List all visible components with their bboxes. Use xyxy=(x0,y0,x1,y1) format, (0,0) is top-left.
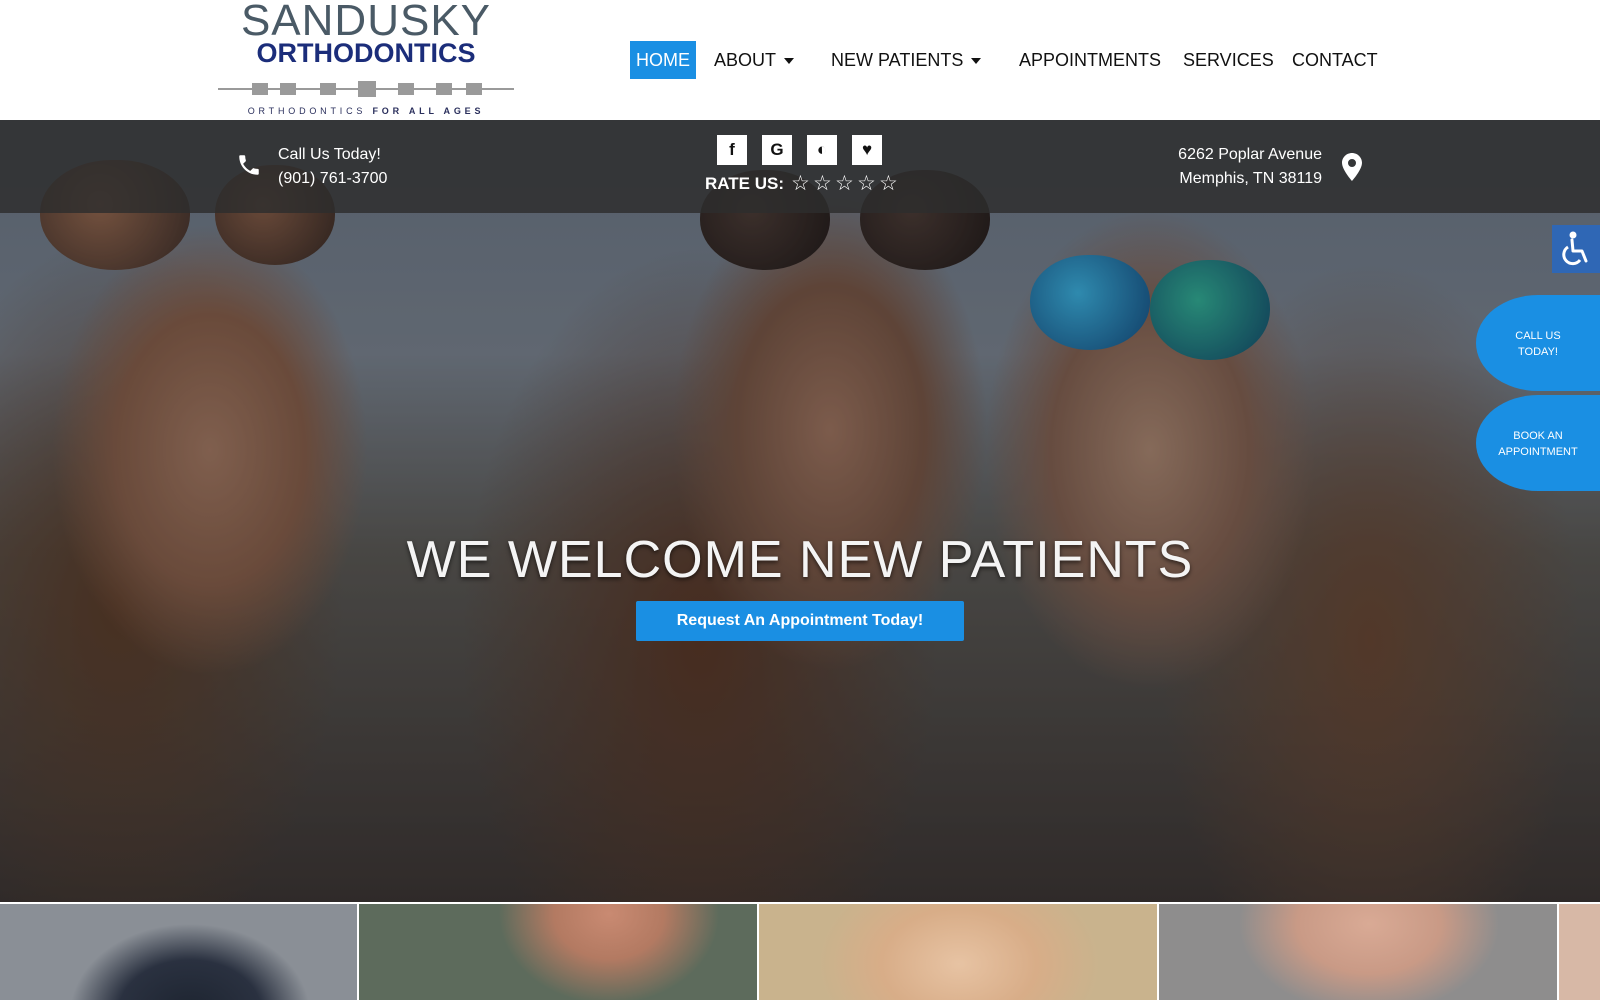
rate-us-label: RATE US: xyxy=(705,174,785,193)
thumbnail-image-4[interactable] xyxy=(1159,904,1557,1000)
thumbnail-strip xyxy=(0,902,1600,1000)
nav-contact[interactable]: CONTACT xyxy=(1292,41,1378,79)
nav-appointments[interactable]: APPOINTMENTS xyxy=(1019,41,1161,79)
logo-subtitle: ORTHODONTICS xyxy=(256,38,476,68)
book-appointment-button[interactable]: BOOK AN APPOINTMENT xyxy=(1476,395,1600,491)
star-rating-2[interactable]: ☆ xyxy=(813,172,832,196)
facebook-icon[interactable]: f xyxy=(717,135,747,165)
address-line-2[interactable]: Memphis, TN 38119 xyxy=(1179,168,1322,190)
hero-overlay xyxy=(0,120,1600,902)
logo[interactable]: SANDUSKY ORTHODONTICS ORTHODONTICS FOR A… xyxy=(218,0,514,120)
nav-about-label: ABOUT xyxy=(714,50,777,70)
star-rating-4[interactable]: ☆ xyxy=(857,172,876,196)
nav-home[interactable]: HOME xyxy=(630,41,696,79)
google-icon[interactable]: G xyxy=(762,135,792,165)
thumbnail-image-3[interactable] xyxy=(759,904,1157,1000)
nav-about[interactable]: ABOUT xyxy=(714,41,795,79)
hero-heading: WE WELCOME NEW PATIENTS xyxy=(406,531,1194,589)
thumbnail-image-5[interactable] xyxy=(1559,904,1600,1000)
info-bar: Call Us Today! (901) 761-3700 f G ◐ ♥ RA… xyxy=(0,120,1600,213)
nav-appointments-label: APPOINTMENTS xyxy=(1019,50,1162,70)
phone-number-link[interactable]: (901) 761-3700 xyxy=(278,168,387,190)
caret-down-icon xyxy=(971,58,982,65)
nav-contact-label: CONTACT xyxy=(1292,50,1378,70)
nav-services-label: SERVICES xyxy=(1183,50,1274,70)
nav-home-label: HOME xyxy=(636,50,690,70)
logo-tagline-part2: FOR ALL AGES xyxy=(372,106,485,116)
yelp-icon[interactable]: ◐ xyxy=(807,135,837,165)
phone-icon xyxy=(239,155,259,175)
call-us-line2: TODAY! xyxy=(1518,346,1558,358)
nav-services[interactable]: SERVICES xyxy=(1183,41,1274,79)
star-rating-1[interactable]: ☆ xyxy=(791,172,810,196)
accessibility-button[interactable] xyxy=(1552,225,1600,273)
book-line2: APPOINTMENT xyxy=(1498,446,1578,458)
address-line-1[interactable]: 6262 Poplar Avenue xyxy=(1178,144,1322,166)
hero-banner: Call Us Today! (901) 761-3700 f G ◐ ♥ RA… xyxy=(0,120,1600,902)
logo-tagline-part1: ORTHODONTICS xyxy=(247,106,373,116)
star-rating-5[interactable]: ☆ xyxy=(879,172,898,196)
call-us-label: Call Us Today! xyxy=(278,146,381,163)
thumbnail-image-2[interactable] xyxy=(359,904,757,1000)
thumbnail-image-1[interactable] xyxy=(0,904,357,1000)
logo-tagline: ORTHODONTICS FOR ALL AGES xyxy=(218,105,514,117)
healthgrades-icon[interactable]: ♥ xyxy=(852,135,882,165)
map-pin-icon[interactable] xyxy=(1342,153,1362,181)
star-rating-3[interactable]: ☆ xyxy=(835,172,854,196)
call-us-today-button[interactable]: CALL US TODAY! xyxy=(1476,295,1600,391)
request-appointment-button[interactable]: Request An Appointment Today! xyxy=(636,601,964,641)
logo-braces-graphic xyxy=(218,81,514,97)
nav-new-patients[interactable]: NEW PATIENTS xyxy=(831,41,982,79)
call-us-line1: CALL US xyxy=(1515,330,1561,342)
book-line1: BOOK AN xyxy=(1513,430,1563,442)
caret-down-icon xyxy=(784,58,795,65)
wheelchair-icon xyxy=(1562,231,1588,266)
nav-new-patients-label: NEW PATIENTS xyxy=(831,50,964,70)
site-header: SANDUSKY ORTHODONTICS ORTHODONTICS FOR A… xyxy=(0,0,1600,120)
